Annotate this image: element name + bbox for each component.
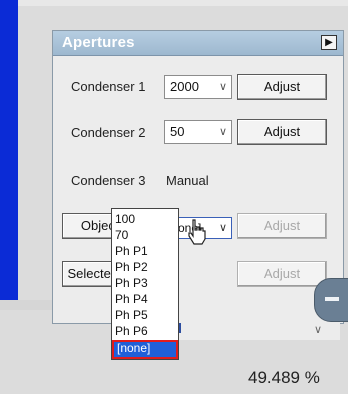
condenser2-label: Condenser 2: [71, 125, 146, 140]
chevron-down-icon: ∨: [313, 324, 322, 336]
list-item[interactable]: Ph P6: [115, 325, 148, 338]
apertures-panel: Apertures ▶ Condenser 1 2000 ∨ Adjust Co…: [52, 30, 344, 324]
condenser1-value: 2000: [170, 79, 199, 94]
chevron-down-icon: ∨: [218, 126, 227, 138]
condenser2-value: 50: [170, 124, 185, 139]
list-item[interactable]: Ph P2: [115, 261, 148, 274]
minus-icon: [325, 297, 339, 301]
list-item[interactable]: Ph P1: [115, 245, 148, 258]
condenser1-dropdown[interactable]: 2000 ∨: [164, 75, 232, 99]
hand-pointer-icon: [188, 219, 206, 245]
readout-value: 49.489 %: [248, 368, 320, 387]
background-top-strip: [18, 0, 348, 6]
list-item[interactable]: Ph P3: [115, 277, 148, 290]
objective-adjust-button[interactable]: Adjust: [237, 213, 327, 239]
condenser3-value: Manual: [166, 173, 209, 188]
condenser2-adjust-button[interactable]: Adjust: [237, 119, 327, 145]
panel-header: Apertures ▶: [53, 31, 343, 56]
chevron-down-icon: ∨: [218, 81, 227, 93]
list-item[interactable]: Ph P4: [115, 293, 148, 306]
condenser1-label: Condenser 1: [71, 79, 146, 94]
list-item[interactable]: 70: [115, 229, 128, 242]
background-blue-panel: [0, 0, 18, 300]
objective-options-list[interactable]: 100 70 Ph P1 Ph P2 Ph P3 Ph P4 Ph P5 Ph …: [111, 208, 179, 360]
list-item[interactable]: Ph P5: [115, 309, 148, 322]
side-collapse-button[interactable]: [314, 278, 348, 322]
panel-expand-arrow-icon[interactable]: ▶: [321, 35, 337, 50]
condenser3-label: Condenser 3: [71, 173, 146, 188]
condenser2-dropdown[interactable]: 50 ∨: [164, 120, 232, 144]
panel-title: Apertures: [62, 34, 135, 51]
chevron-down-icon: ∨: [218, 222, 227, 234]
list-item[interactable]: 100: [115, 213, 135, 226]
selected-area-adjust-button[interactable]: Adjust: [237, 261, 327, 287]
condenser1-adjust-button[interactable]: Adjust: [237, 74, 327, 100]
list-item-selected[interactable]: [none]: [112, 340, 178, 359]
